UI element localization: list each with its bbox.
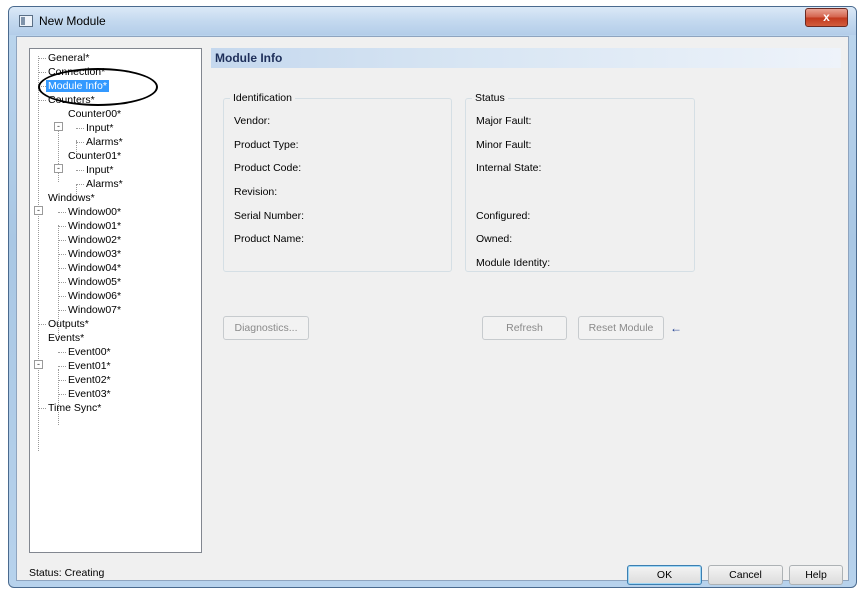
revision-label: Revision:: [234, 186, 278, 198]
dialog-window: New Module x - - - - General* Connection…: [8, 6, 857, 588]
tree-item-window03[interactable]: Window03*: [58, 247, 123, 261]
tree-item-counter00[interactable]: Counter00*: [66, 107, 123, 121]
cancel-button[interactable]: Cancel: [708, 565, 783, 585]
major-fault-label: Major Fault:: [476, 115, 532, 127]
tree-item-events[interactable]: Events*: [46, 331, 86, 345]
owned-label: Owned:: [476, 233, 513, 245]
left-arrow-icon: ←: [670, 321, 682, 335]
diagnostics-button[interactable]: Diagnostics...: [223, 316, 309, 340]
tree-item-event00[interactable]: Event00*: [58, 345, 113, 359]
status-group-title: Status: [472, 92, 508, 104]
tree-item-outputs[interactable]: Outputs*: [38, 317, 91, 331]
annotation-circle: [38, 68, 158, 106]
product-code-label: Product Code:: [234, 162, 302, 174]
tree-item-counter00-input[interactable]: Input*: [76, 121, 115, 135]
status-bar-text: Status: Creating: [29, 567, 105, 579]
module-identity-label: Module Identity:: [476, 257, 551, 269]
tree-item-counter01-alarms[interactable]: Alarms*: [76, 177, 125, 191]
close-button[interactable]: x: [805, 8, 848, 27]
windows-expander[interactable]: -: [34, 206, 43, 215]
internal-state-label: Internal State:: [476, 162, 542, 174]
tree-item-general[interactable]: General*: [38, 51, 91, 65]
tree-item-window04[interactable]: Window04*: [58, 261, 123, 275]
tree-item-window05[interactable]: Window05*: [58, 275, 123, 289]
panel-header: Module Info: [211, 48, 841, 68]
tree-item-counter00-alarms[interactable]: Alarms*: [76, 135, 125, 149]
title-bar[interactable]: New Module x: [9, 7, 856, 35]
serial-number-label: Serial Number:: [234, 210, 305, 222]
tree-item-window00[interactable]: Window00*: [58, 205, 123, 219]
events-expander[interactable]: -: [34, 360, 43, 369]
window-title: New Module: [39, 14, 106, 28]
tree-item-event03[interactable]: Event03*: [58, 387, 113, 401]
counter00-expander[interactable]: -: [54, 122, 63, 131]
tree-item-counter01[interactable]: Counter01*: [66, 149, 123, 163]
minor-fault-label: Minor Fault:: [476, 139, 532, 151]
product-name-label: Product Name:: [234, 233, 305, 245]
counter01-expander[interactable]: -: [54, 164, 63, 173]
configured-label: Configured:: [476, 210, 531, 222]
identification-group-title: Identification: [230, 92, 295, 104]
tree-item-event01[interactable]: Event01*: [58, 359, 113, 373]
reset-module-button[interactable]: Reset Module: [578, 316, 664, 340]
refresh-button[interactable]: Refresh: [482, 316, 567, 340]
status-group: Status Major Fault: Minor Fault: Interna…: [465, 92, 695, 272]
vendor-label: Vendor:: [234, 115, 271, 127]
product-type-label: Product Type:: [234, 139, 299, 151]
tree-item-windows[interactable]: Windows*: [46, 191, 97, 205]
ok-button[interactable]: OK: [627, 565, 702, 585]
tree-item-window02[interactable]: Window02*: [58, 233, 123, 247]
tree-item-window01[interactable]: Window01*: [58, 219, 123, 233]
dialog-client: - - - - General* Connection* Module Info…: [16, 36, 849, 585]
identification-group: Identification Vendor: Product Type: Pro…: [223, 92, 452, 272]
window-icon: [19, 15, 33, 27]
panel-title: Module Info: [215, 51, 283, 65]
tree-item-window06[interactable]: Window06*: [58, 289, 123, 303]
tree-item-window07[interactable]: Window07*: [58, 303, 123, 317]
tree-item-counter01-input[interactable]: Input*: [76, 163, 115, 177]
help-button[interactable]: Help: [789, 565, 843, 585]
tree-item-event02[interactable]: Event02*: [58, 373, 113, 387]
tree-item-time-sync[interactable]: Time Sync*: [38, 401, 103, 415]
category-tree[interactable]: - - - - General* Connection* Module Info…: [29, 48, 202, 553]
